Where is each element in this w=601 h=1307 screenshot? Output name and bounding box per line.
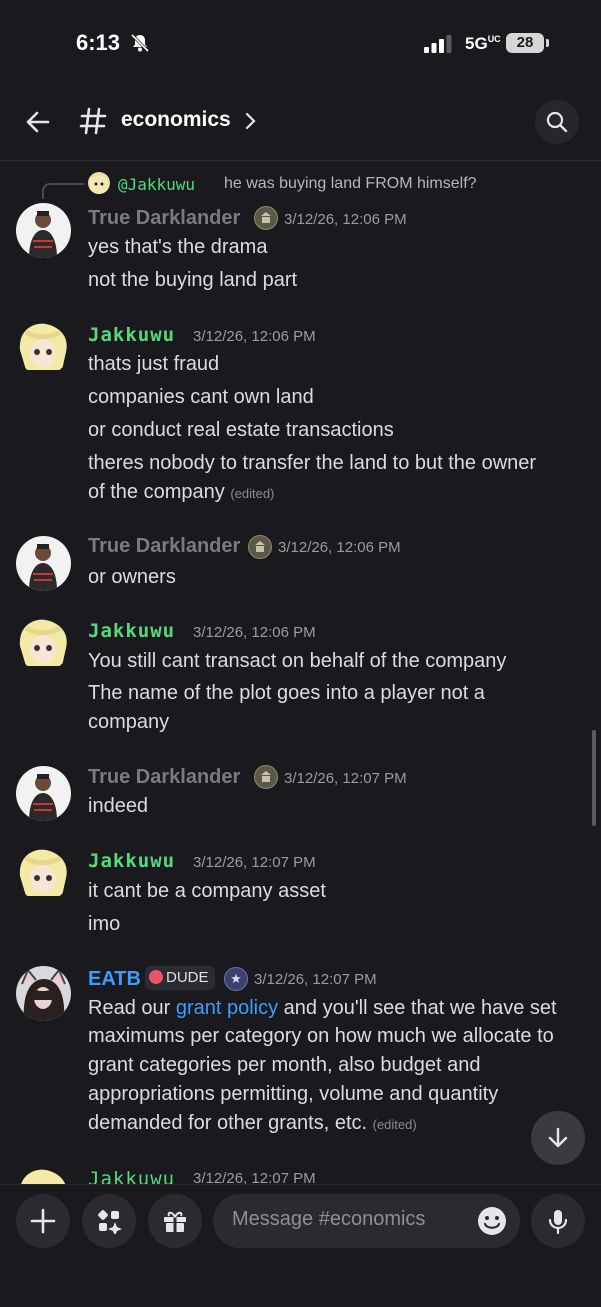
chevron-right-icon[interactable]: [244, 112, 258, 130]
message-line: appropriations permitting, volume and qu…: [88, 1083, 499, 1105]
arrow-down-icon: [548, 1127, 568, 1148]
message-author[interactable]: True Darklander: [88, 535, 240, 558]
reply-mention[interactable]: @Jakkuwu: [118, 175, 195, 194]
message-author[interactable]: Jakkuwu: [88, 850, 175, 872]
message-line: yes that's the drama: [88, 236, 268, 258]
reply-connector: [42, 183, 84, 199]
message-line: theres nobody to transfer the land to bu…: [88, 452, 537, 474]
capitol-icon: [261, 212, 271, 223]
channel-name[interactable]: economics: [121, 108, 231, 132]
message-placeholder[interactable]: Message #economics: [232, 1208, 425, 1231]
add-button[interactable]: [16, 1194, 70, 1248]
edited-label: (edited): [372, 1117, 417, 1132]
message-timestamp: 3/12/26, 12:07 PM: [254, 971, 377, 988]
back-arrow-icon[interactable]: [24, 108, 52, 136]
message-line: of the company (edited): [88, 481, 275, 503]
skull-icon: [149, 970, 163, 984]
message-timestamp: 3/12/26, 12:07 PM: [193, 1170, 316, 1184]
capitol-icon: [261, 771, 271, 782]
apps-sparkle-icon: [98, 1210, 122, 1234]
voice-button[interactable]: [531, 1194, 585, 1248]
message-timestamp: 3/12/26, 12:06 PM: [193, 624, 316, 641]
message-author[interactable]: Jakkuwu: [88, 324, 175, 346]
message-line: thats just fraud: [88, 353, 220, 375]
message-line: indeed: [88, 795, 149, 817]
message-line: You still cant transact on behalf of the…: [88, 650, 507, 672]
role-badge[interactable]: [248, 535, 272, 559]
status-time: 6:13: [76, 30, 121, 55]
message-line: imo: [88, 913, 121, 935]
avatar[interactable]: [16, 320, 71, 375]
edited-label: (edited): [230, 486, 275, 501]
message-line: companies cant own land: [88, 386, 314, 408]
message-line: or owners: [88, 566, 176, 588]
status-bar: 6:13 5GUC 28: [0, 0, 601, 90]
message-timestamp: 3/12/26, 12:07 PM: [193, 854, 316, 871]
avatar[interactable]: [16, 616, 71, 671]
message-author[interactable]: EATB: [88, 968, 141, 991]
message-timestamp: 3/12/26, 12:07 PM: [284, 770, 407, 787]
channel-hash-icon: [79, 107, 107, 135]
battery-indicator: 28: [506, 33, 544, 53]
reply-avatar: [88, 172, 110, 194]
message-line: company: [88, 711, 170, 733]
battery-tip: [546, 39, 549, 47]
message-author[interactable]: Jakkuwu: [88, 620, 175, 642]
message-line: or conduct real estate transactions: [88, 419, 394, 441]
message-line: The name of the plot goes into a player …: [88, 682, 485, 704]
apps-button[interactable]: [82, 1194, 136, 1248]
avatar[interactable]: [16, 1166, 71, 1184]
message-line: demanded for other grants, etc. (edited): [88, 1112, 417, 1134]
message-author[interactable]: True Darklander: [88, 766, 240, 789]
microphone-icon: [548, 1210, 568, 1234]
avatar[interactable]: [16, 536, 71, 591]
gift-icon: [164, 1211, 186, 1232]
message-line: maximums per category on how much we all…: [88, 1025, 554, 1047]
message-line: grant categories per month, also budget …: [88, 1054, 481, 1076]
message-timestamp: 3/12/26, 12:06 PM: [278, 539, 401, 556]
reply-preview-text[interactable]: he was buying land FROM himself?: [224, 175, 477, 193]
message-line: not the buying land part: [88, 269, 298, 291]
emoji-icon[interactable]: [477, 1206, 507, 1236]
search-button[interactable]: [535, 100, 579, 144]
message-line: Read our grant policy and you'll see tha…: [88, 997, 557, 1019]
network-label: 5GUC: [465, 34, 501, 53]
message-author[interactable]: Jakkuwu: [88, 1168, 175, 1184]
signal-icon: [424, 35, 452, 53]
capitol-icon: [255, 541, 265, 552]
role-tag[interactable]: DUDE: [145, 966, 215, 990]
scrollbar[interactable]: [592, 730, 596, 826]
star-badge-icon[interactable]: ★: [224, 967, 248, 991]
bell-muted-icon: [130, 33, 150, 53]
jump-to-present-button[interactable]: [531, 1111, 585, 1165]
avatar[interactable]: [16, 846, 71, 901]
message-line: it cant be a company asset: [88, 880, 326, 902]
avatar[interactable]: [16, 766, 71, 821]
avatar[interactable]: [16, 966, 71, 1021]
message-author[interactable]: True Darklander: [88, 207, 240, 230]
grant-policy-link[interactable]: grant policy: [176, 997, 278, 1019]
gift-button[interactable]: [148, 1194, 202, 1248]
role-badge[interactable]: [254, 765, 278, 789]
message-timestamp: 3/12/26, 12:06 PM: [284, 211, 407, 228]
avatar[interactable]: [16, 203, 71, 258]
role-badge[interactable]: [254, 206, 278, 230]
message-timestamp: 3/12/26, 12:06 PM: [193, 328, 316, 345]
search-icon: [546, 111, 568, 133]
plus-icon: [30, 1208, 56, 1234]
